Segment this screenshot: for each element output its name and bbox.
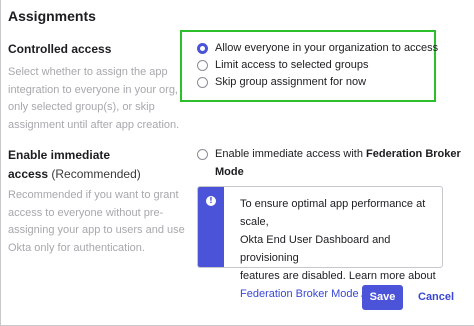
- callout-line: features are disabled. Learn more about: [240, 270, 436, 282]
- callout-link-line: Federation Broker Mode↗.: [240, 285, 440, 303]
- callout-text: To ensure optimal app performance at sca…: [240, 195, 440, 303]
- info-callout: ! To ensure optimal app performance at s…: [197, 186, 443, 300]
- description-line: assigning your app to users and use: [8, 224, 185, 236]
- checkbox-label-bold-line2: Mode: [215, 165, 244, 178]
- info-icon: !: [206, 196, 216, 206]
- controlled-access-label: Controlled access: [8, 42, 112, 56]
- callout-line: To ensure optimal app performance at sca…: [240, 198, 426, 228]
- description-line: integration to everyone in your org,: [8, 83, 178, 96]
- description-line: Okta only for authentication.: [8, 241, 145, 254]
- description-line: Recommended if you want to grant: [8, 189, 179, 201]
- radio-allow-everyone[interactable]: Allow everyone in your organization to a…: [197, 40, 438, 56]
- save-button[interactable]: Save: [362, 285, 403, 310]
- radio-label: Limit access to selected groups: [215, 59, 369, 71]
- radio-label: Skip group assignment for now: [215, 76, 367, 88]
- federation-broker-link[interactable]: Federation Broker Mode: [240, 288, 359, 300]
- radio-button[interactable]: [197, 76, 208, 88]
- section-title: Assignments: [8, 8, 96, 24]
- radio-skip-assignment[interactable]: Skip group assignment for now: [197, 74, 366, 90]
- description-line: Select whether to assign the app: [8, 66, 168, 78]
- callout-stripe: !: [198, 187, 224, 267]
- immediate-access-description: Recommended if you want to grant access …: [8, 187, 185, 257]
- checkbox-label-prefix: Enable immediate access with: [215, 148, 363, 160]
- cancel-button[interactable]: Cancel: [418, 285, 454, 310]
- description-line: only selected group(s), or skip: [8, 101, 155, 113]
- label-line: Enable immediate: [8, 148, 111, 162]
- radio-button-selected[interactable]: [197, 42, 208, 54]
- label-text: access: [8, 167, 49, 181]
- checkbox-label-bold: Federation Broker: [366, 148, 461, 160]
- federation-broker-checkbox-row[interactable]: Enable immediate access with Federation …: [197, 146, 461, 181]
- description-line: access to everyone without pre-: [8, 206, 164, 219]
- controlled-access-description: Select whether to assign the app integra…: [8, 64, 179, 134]
- label-line: access (Recommended): [8, 165, 141, 184]
- callout-line: Okta End User Dashboard and provisioning: [240, 234, 391, 264]
- checkbox-label: Enable immediate access with Federation …: [215, 146, 461, 181]
- federation-broker-checkbox[interactable]: [197, 149, 208, 160]
- immediate-access-label: Enable immediate access (Recommended): [8, 146, 141, 184]
- radio-label: Allow everyone in your organization to a…: [215, 42, 439, 54]
- radio-button[interactable]: [197, 59, 208, 71]
- radio-limit-groups[interactable]: Limit access to selected groups: [197, 57, 368, 73]
- description-line: assignment until after app creation.: [8, 118, 180, 131]
- recommended-tag: (Recommended): [51, 167, 141, 181]
